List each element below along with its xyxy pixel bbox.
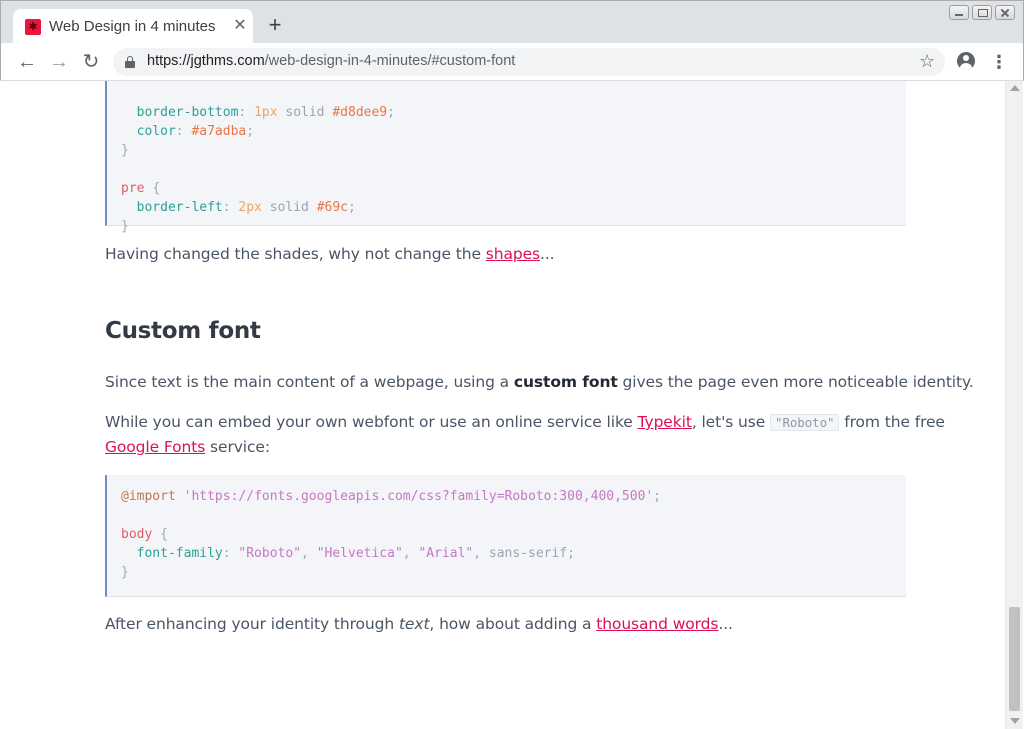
code-token: 2px [238, 200, 262, 215]
text: ... [540, 245, 555, 263]
code-token: 1px [254, 105, 278, 120]
url-host: https://jgthms.com [147, 53, 265, 69]
code-token: sans-serif [488, 546, 568, 561]
code-token: "Helvetica" [316, 546, 403, 561]
forward-arrow-icon[interactable]: → [46, 49, 72, 75]
browser-toolbar: ← → ↻ https://jgthms.com/web-design-in-4… [0, 43, 1024, 81]
text: , how about adding a [429, 615, 597, 633]
code-block-import: @import 'https://fonts.googleapis.com/cs… [105, 475, 906, 597]
minimize-button[interactable] [949, 5, 969, 20]
bookmark-star-icon[interactable]: ☆ [919, 51, 935, 72]
url-text[interactable]: https://jgthms.com/web-design-in-4-minut… [147, 53, 515, 69]
text: While you can embed your own webfont or … [105, 413, 638, 431]
vertical-scrollbar[interactable] [1005, 81, 1023, 729]
text: from the free [839, 413, 945, 431]
paragraph-thousand-words: After enhancing your identity through te… [105, 612, 906, 636]
text: service: [205, 438, 270, 456]
code-token: { [160, 527, 168, 542]
text: ... [718, 615, 733, 633]
maximize-button[interactable] [972, 5, 992, 20]
code-token: border-bottom [136, 105, 239, 120]
back-arrow-icon[interactable]: ← [14, 49, 40, 75]
code-token: "Arial" [418, 546, 474, 561]
tab-close-icon[interactable]: ✕ [231, 17, 249, 35]
text: After enhancing your identity through [105, 615, 399, 633]
lock-icon [125, 56, 135, 68]
code-token: body [121, 527, 153, 542]
reload-icon[interactable]: ↻ [78, 49, 104, 75]
url-path: /web-design-in-4-minutes/#custom-font [264, 53, 516, 69]
scrollbar-thumb[interactable] [1009, 607, 1020, 711]
code-token: solid [285, 105, 325, 120]
code-token: { [152, 181, 161, 196]
code-token: "Roboto" [238, 546, 302, 561]
address-bar[interactable]: https://jgthms.com/web-design-in-4-minut… [113, 48, 945, 76]
scroll-down-arrow-icon[interactable] [1010, 718, 1020, 724]
google-fonts-link[interactable]: Google Fonts [105, 438, 205, 456]
paragraph-shades: Having changed the shades, why not chang… [105, 242, 906, 266]
code-token: #d8dee9 [332, 105, 388, 120]
code-token: } [121, 143, 129, 158]
code-token: solid [269, 200, 309, 215]
close-window-button[interactable] [995, 5, 1015, 20]
code-block-pre-css: border-bottom: 1px solid #d8dee9; color:… [105, 81, 906, 234]
code-token: } [121, 565, 129, 580]
code-token: border-left [136, 200, 223, 215]
scroll-up-arrow-icon[interactable] [1010, 85, 1020, 91]
new-tab-button[interactable]: + [264, 14, 286, 37]
text: gives the page even more noticeable iden… [617, 373, 974, 391]
shapes-link[interactable]: shapes [486, 245, 540, 263]
tab-title: Web Design in 4 minutes [49, 18, 216, 35]
code-token: pre [121, 181, 145, 196]
text: Since text is the main content of a webp… [105, 373, 514, 391]
bold-text: custom font [513, 373, 618, 391]
code-token: #69c [316, 200, 348, 215]
paragraph-webfont: While you can embed your own webfont or … [105, 410, 945, 459]
code-token: } [121, 219, 129, 234]
code-token: 'https://fonts.googleapis.com/css?family… [183, 489, 654, 504]
page-viewport: border-bottom: 1px solid #d8dee9; color:… [1, 81, 1005, 729]
active-tab[interactable]: ✱ Web Design in 4 minutes ✕ [13, 9, 253, 44]
code-token: @import [121, 489, 176, 504]
menu-kebab-icon[interactable]: ⋮ [989, 51, 1009, 73]
code-token: ; [653, 489, 662, 504]
paragraph-custom-font: Since text is the main content of a webp… [105, 370, 974, 394]
section-heading: Custom font [105, 318, 906, 344]
thousand-words-link[interactable]: thousand words [596, 615, 718, 633]
code-token: color [136, 124, 176, 139]
code-token: font-family [136, 546, 223, 561]
tab-strip: ✱ Web Design in 4 minutes ✕ + [0, 0, 1024, 44]
text: , let's use [691, 413, 771, 431]
profile-avatar-icon[interactable] [957, 52, 975, 70]
italic-text: text [398, 615, 430, 633]
code-token: #a7adba [191, 124, 247, 139]
inline-code-roboto: "Roboto" [770, 414, 840, 431]
window-controls [949, 5, 1015, 20]
site-favicon-icon: ✱ [25, 19, 41, 35]
typekit-link[interactable]: Typekit [638, 413, 692, 431]
text: Having changed the shades, why not chang… [105, 245, 486, 263]
custom-font-heading: Custom font [105, 318, 261, 344]
